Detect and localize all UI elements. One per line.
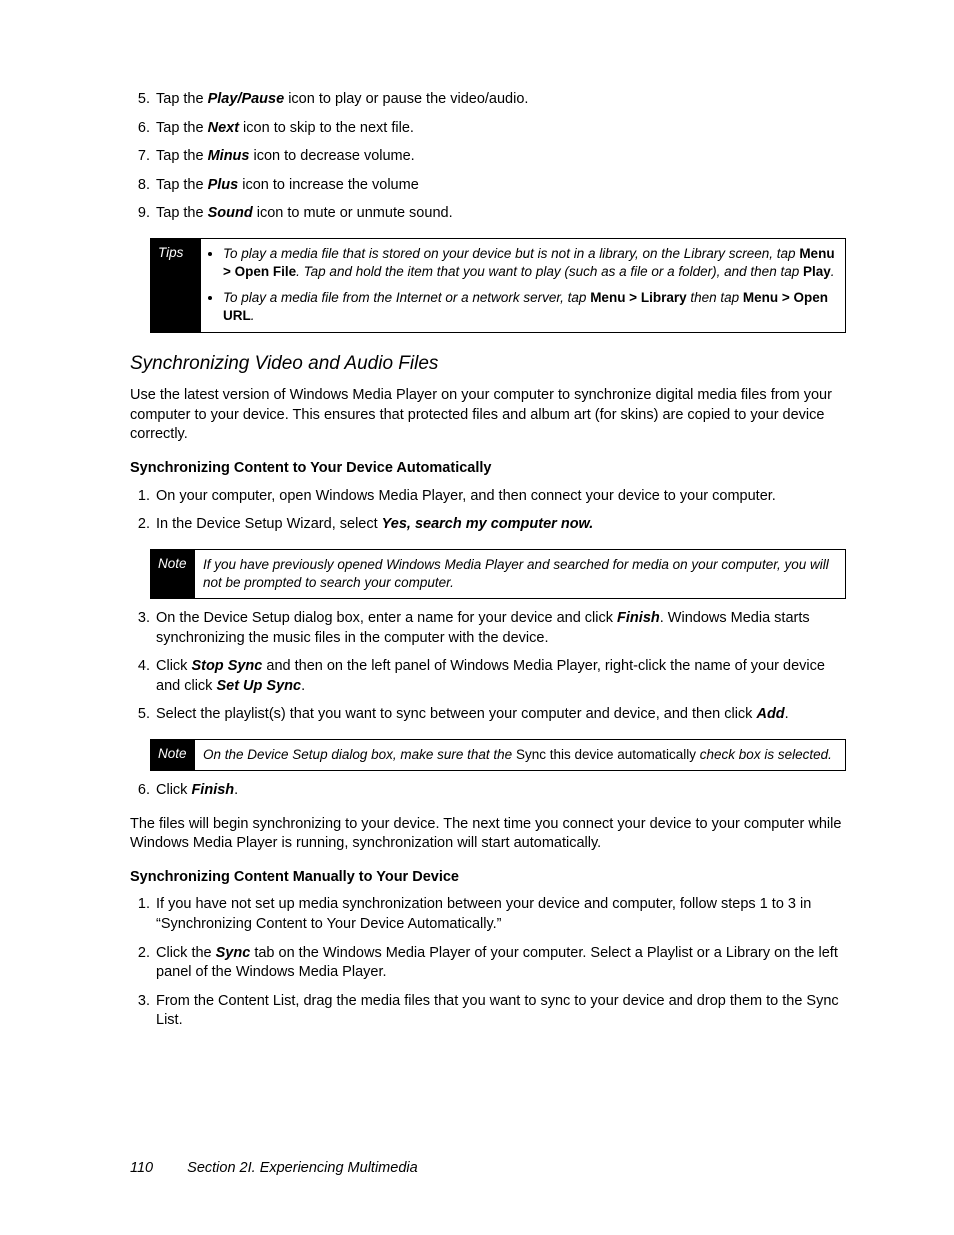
section-heading: Synchronizing Video and Audio Files <box>130 351 846 377</box>
list-item: If you have not set up media synchroniza… <box>154 895 846 934</box>
footer: 110 Section 2I. Experiencing Multimedia <box>130 1159 418 1179</box>
list-item: Tap the Play/Pause icon to play or pause… <box>154 90 846 110</box>
numbered-list-controls: Tap the Play/Pause icon to play or pause… <box>130 90 846 224</box>
footer-title: Section 2I. Experiencing Multimedia <box>187 1160 418 1176</box>
list-item: In the Device Setup Wizard, select Yes, … <box>154 515 846 535</box>
after-paragraph: The files will begin synchronizing to yo… <box>130 815 846 854</box>
list-item: Click the Sync tab on the Windows Media … <box>154 944 846 983</box>
tips-bullet: To play a media file that is stored on y… <box>223 245 835 281</box>
numbered-list-auto-3: Click Finish. <box>130 781 846 801</box>
list-item: Click Finish. <box>154 781 846 801</box>
callout-label-tips: Tips <box>151 239 201 332</box>
list-item: Select the playlist(s) that you want to … <box>154 705 846 725</box>
page-content: Tap the Play/Pause icon to play or pause… <box>0 0 954 1031</box>
list-item: Tap the Next icon to skip to the next fi… <box>154 119 846 139</box>
page-number: 110 <box>130 1160 153 1176</box>
note-body: On the Device Setup dialog box, make sur… <box>195 740 845 770</box>
note-body: If you have previously opened Windows Me… <box>195 550 845 598</box>
list-item: On your computer, open Windows Media Pla… <box>154 487 846 507</box>
list-item: On the Device Setup dialog box, enter a … <box>154 609 846 648</box>
subheading-auto: Synchronizing Content to Your Device Aut… <box>130 459 846 479</box>
numbered-list-manual: If you have not set up media synchroniza… <box>130 895 846 1030</box>
list-item: Tap the Sound icon to mute or unmute sou… <box>154 204 846 224</box>
list-item: Tap the Minus icon to decrease volume. <box>154 147 846 167</box>
tips-callout: Tips To play a media file that is stored… <box>150 238 846 333</box>
callout-label-note: Note <box>151 550 195 598</box>
list-item: From the Content List, drag the media fi… <box>154 992 846 1031</box>
list-item: Click Stop Sync and then on the left pan… <box>154 657 846 696</box>
note-callout-2: Note On the Device Setup dialog box, mak… <box>150 739 846 771</box>
note-callout-1: Note If you have previously opened Windo… <box>150 549 846 599</box>
section-intro: Use the latest version of Windows Media … <box>130 386 846 445</box>
subheading-manual: Synchronizing Content Manually to Your D… <box>130 868 846 888</box>
numbered-list-auto-1: On your computer, open Windows Media Pla… <box>130 487 846 535</box>
tips-bullet: To play a media file from the Internet o… <box>223 289 835 325</box>
tips-body: To play a media file that is stored on y… <box>201 239 845 332</box>
callout-label-note: Note <box>151 740 195 770</box>
list-item: Tap the Plus icon to increase the volume <box>154 176 846 196</box>
numbered-list-auto-2: On the Device Setup dialog box, enter a … <box>130 609 846 725</box>
